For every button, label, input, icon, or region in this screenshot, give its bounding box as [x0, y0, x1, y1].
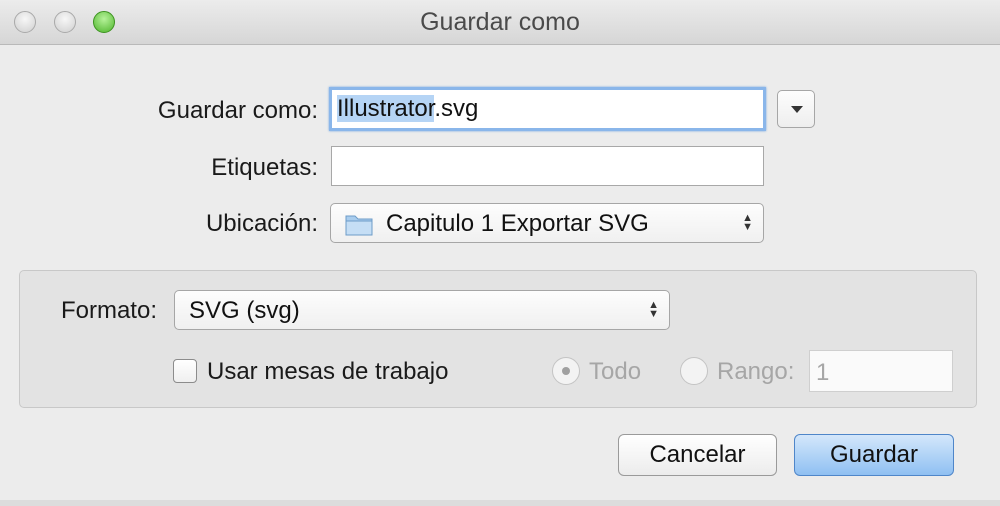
filename-selected-text: Illustrator	[337, 95, 435, 122]
use-artboards-checkbox[interactable]	[173, 359, 197, 383]
folder-icon	[345, 215, 373, 236]
tags-input[interactable]	[331, 146, 764, 186]
chevron-down-icon	[791, 106, 803, 113]
updown-arrows-icon: ▲ ▼	[648, 299, 659, 320]
format-select[interactable]: SVG (svg) ▲ ▼	[174, 290, 670, 330]
format-value: SVG (svg)	[189, 297, 300, 324]
range-value: 1	[816, 359, 830, 386]
window-bottom-edge	[0, 500, 1000, 506]
location-value: Capitulo 1 Exportar SVG	[386, 210, 649, 237]
save-dialog: Guardar como Guardar como: Illustrator.s…	[0, 0, 1000, 506]
range-radio[interactable]	[680, 357, 708, 385]
cancel-button[interactable]: Cancelar	[618, 434, 777, 476]
filename-extension-text: .svg	[434, 95, 479, 122]
save-button[interactable]: Guardar	[794, 434, 954, 476]
all-radio[interactable]	[552, 357, 580, 385]
range-input[interactable]: 1	[809, 350, 953, 392]
radio-dot-icon	[562, 367, 570, 375]
tags-label: Etiquetas:	[211, 154, 318, 181]
title-bar: Guardar como	[0, 0, 1000, 45]
format-label: Formato:	[60, 297, 157, 324]
use-artboards-label[interactable]: Usar mesas de trabajo	[207, 358, 448, 386]
filename-input[interactable]: Illustrator.svg	[329, 87, 766, 131]
expand-dialog-button[interactable]	[777, 90, 815, 128]
range-label: Rango:	[717, 358, 795, 385]
updown-arrows-icon: ▲ ▼	[742, 212, 753, 233]
all-label: Todo	[589, 358, 642, 385]
save-as-label: Guardar como:	[157, 97, 318, 124]
window-title: Guardar como	[420, 8, 580, 36]
location-label: Ubicación:	[205, 210, 318, 237]
location-select[interactable]: Capitulo 1 Exportar SVG ▲ ▼	[330, 203, 764, 243]
